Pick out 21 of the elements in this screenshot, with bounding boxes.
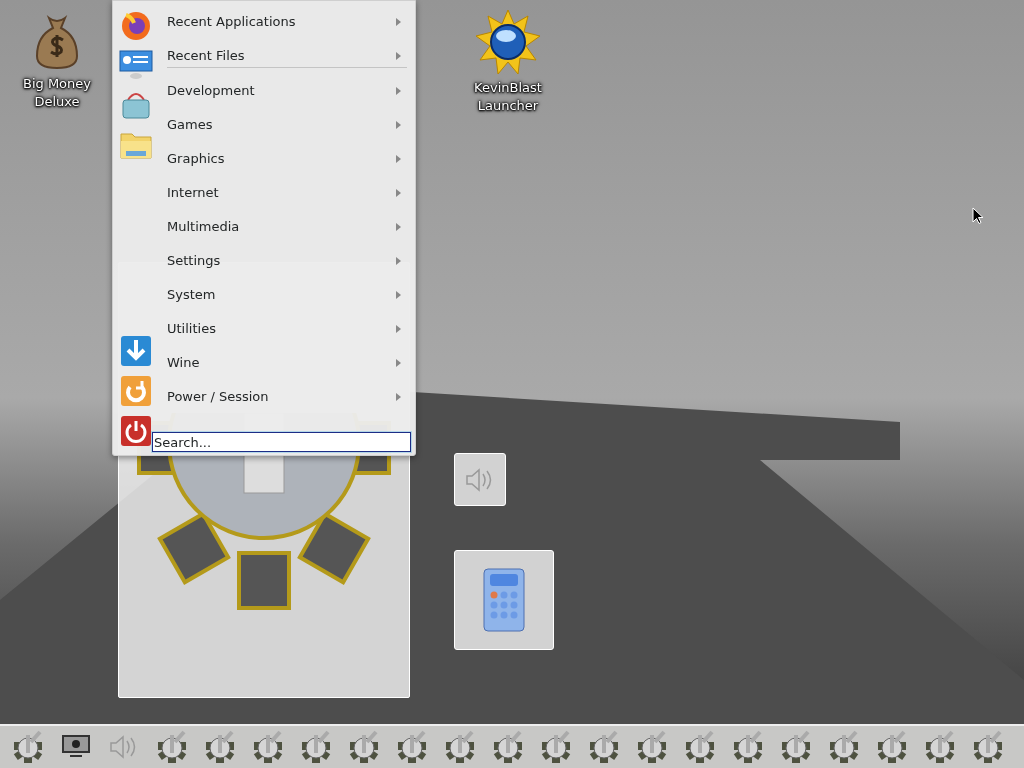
menu-item[interactable]: Power / Session [159, 380, 415, 414]
menu-item[interactable]: Multimedia [159, 210, 415, 244]
menu-item[interactable]: Games [159, 108, 415, 142]
power-icon[interactable] [118, 415, 154, 447]
menu-item[interactable]: Recent Files [159, 39, 415, 73]
download-icon[interactable] [118, 335, 154, 367]
menu-item[interactable]: System [159, 278, 415, 312]
menu-item[interactable]: Settings [159, 244, 415, 278]
menu-item[interactable]: Graphics [159, 142, 415, 176]
menu-item[interactable]: Internet [159, 176, 415, 210]
calculator-widget[interactable] [454, 550, 554, 650]
monitor-app-icon[interactable] [118, 49, 154, 81]
calculator-icon [483, 568, 525, 632]
sun-globe-icon[interactable] [474, 8, 542, 76]
mouse-cursor-icon [972, 207, 983, 224]
search-field[interactable]: Search... [152, 432, 411, 452]
menu-item[interactable]: Development [159, 74, 415, 108]
menu-item[interactable]: Wine [159, 346, 415, 380]
volume-widget[interactable] [454, 453, 506, 506]
menu-item[interactable]: Recent Applications [159, 5, 415, 39]
menu-item[interactable]: Utilities [159, 312, 415, 346]
